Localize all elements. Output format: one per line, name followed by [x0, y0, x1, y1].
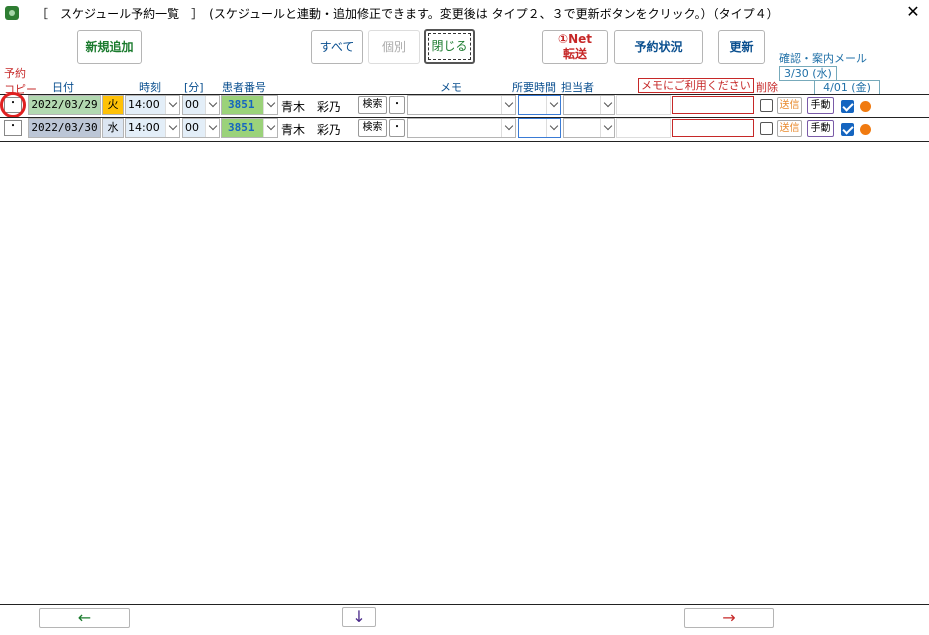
send-button[interactable]: 送信 — [777, 120, 802, 137]
mail-checkbox[interactable] — [841, 123, 854, 136]
search-button[interactable]: 検索 — [358, 119, 387, 137]
date-header: 日付 — [52, 81, 74, 94]
duration-select[interactable] — [518, 95, 561, 115]
minute-value: 00 — [185, 98, 199, 111]
net-transfer-label-line2: 転送 — [562, 47, 587, 61]
status-dot-icon — [860, 124, 871, 135]
window-close-button[interactable]: ✕ — [903, 2, 923, 22]
chevron-down-icon — [501, 96, 515, 114]
memo-text[interactable] — [616, 95, 671, 115]
minute-select[interactable]: 00 — [182, 95, 220, 115]
date-chip-1: 3/30 (水) — [779, 66, 837, 81]
update-button[interactable]: 更新 — [718, 30, 765, 64]
minute-value: 00 — [185, 121, 199, 134]
date-cell[interactable]: 2022/03/30 — [28, 118, 101, 138]
memo-header: メモ — [440, 81, 462, 94]
reserve-status-button[interactable]: 予約状況 — [614, 30, 703, 64]
status-dot-icon — [860, 101, 871, 112]
manual-button[interactable]: 手動 — [807, 97, 834, 114]
net-transfer-button[interactable]: ①Net 転送 — [542, 30, 608, 64]
delete-checkbox[interactable] — [760, 99, 773, 112]
hour-value: 14:00 — [128, 98, 160, 111]
send-button[interactable]: 送信 — [777, 97, 802, 114]
confirm-mail-header: 確認・案内メール — [779, 52, 867, 65]
copy-header-line1: 予約 — [4, 67, 26, 80]
duration-select[interactable] — [518, 118, 561, 138]
window-title: ［ スケジュール予約一覧 ］ (スケジュールと連動・追加修正できます。変更後は … — [36, 7, 779, 21]
chevron-down-icon — [263, 119, 277, 137]
hour-select[interactable]: 14:00 — [125, 118, 180, 138]
search-button[interactable]: 検索 — [358, 96, 387, 114]
chevron-down-icon — [165, 119, 179, 137]
chevron-down-icon — [501, 119, 515, 137]
time-header: 時刻 — [139, 81, 161, 94]
row-divider — [0, 141, 929, 142]
memo-select[interactable] — [407, 95, 516, 115]
duration-header: 所要時間 — [512, 81, 556, 94]
memo-note-label: メモにご利用ください — [638, 78, 754, 93]
down-button[interactable]: ↓ — [342, 607, 376, 627]
date-chip-2: 4/01 (金) — [814, 80, 880, 95]
patient-name: 青木 彩乃 — [281, 123, 342, 137]
date-cell[interactable]: 2022/03/29 — [28, 95, 101, 115]
delete-checkbox[interactable] — [760, 122, 773, 135]
minute-header: [分] — [184, 81, 204, 94]
patient-no-select[interactable]: 3851 — [221, 95, 278, 115]
app-icon — [5, 6, 19, 20]
dot-button[interactable]: ・ — [389, 119, 405, 137]
close-button[interactable]: 閉じる — [424, 29, 475, 64]
mail-checkbox[interactable] — [841, 100, 854, 113]
patient-name: 青木 彩乃 — [281, 100, 342, 114]
staff-select[interactable] — [563, 118, 615, 138]
day-of-week: 水 — [102, 118, 124, 138]
next-button[interactable]: → — [684, 608, 774, 628]
highlight-circle — [0, 92, 26, 118]
manual-button[interactable]: 手動 — [807, 120, 834, 137]
chevron-down-icon — [165, 96, 179, 114]
individual-button[interactable]: 個別 — [368, 30, 420, 64]
hour-select[interactable]: 14:00 — [125, 95, 180, 115]
patient-no-value: 3851 — [228, 98, 255, 111]
dot-button[interactable]: ・ — [389, 96, 405, 114]
staff-select[interactable] — [563, 95, 615, 115]
minute-select[interactable]: 00 — [182, 118, 220, 138]
patient-no-value: 3851 — [228, 121, 255, 134]
chevron-down-icon — [205, 119, 219, 137]
day-of-week: 火 — [102, 95, 124, 115]
memo-input[interactable] — [672, 119, 754, 137]
patient-no-header: 患者番号 — [222, 81, 266, 94]
new-add-button[interactable]: 新規追加 — [77, 30, 142, 64]
memo-select[interactable] — [407, 118, 516, 138]
delete-header: 削除 — [756, 81, 778, 94]
chevron-down-icon — [546, 119, 560, 137]
chevron-down-icon — [600, 119, 614, 137]
memo-text[interactable] — [616, 118, 671, 138]
copy-button[interactable]: ・ — [4, 120, 22, 136]
footer-divider — [0, 604, 929, 605]
memo-input[interactable] — [672, 96, 754, 114]
chevron-down-icon — [263, 96, 277, 114]
prev-button[interactable]: ← — [39, 608, 130, 628]
net-transfer-label-line1: ①Net — [557, 32, 593, 46]
chevron-down-icon — [546, 96, 560, 114]
patient-no-select[interactable]: 3851 — [221, 118, 278, 138]
hour-value: 14:00 — [128, 121, 160, 134]
all-button[interactable]: すべて — [311, 30, 363, 64]
chevron-down-icon — [600, 96, 614, 114]
staff-header: 担当者 — [561, 81, 594, 94]
chevron-down-icon — [205, 96, 219, 114]
